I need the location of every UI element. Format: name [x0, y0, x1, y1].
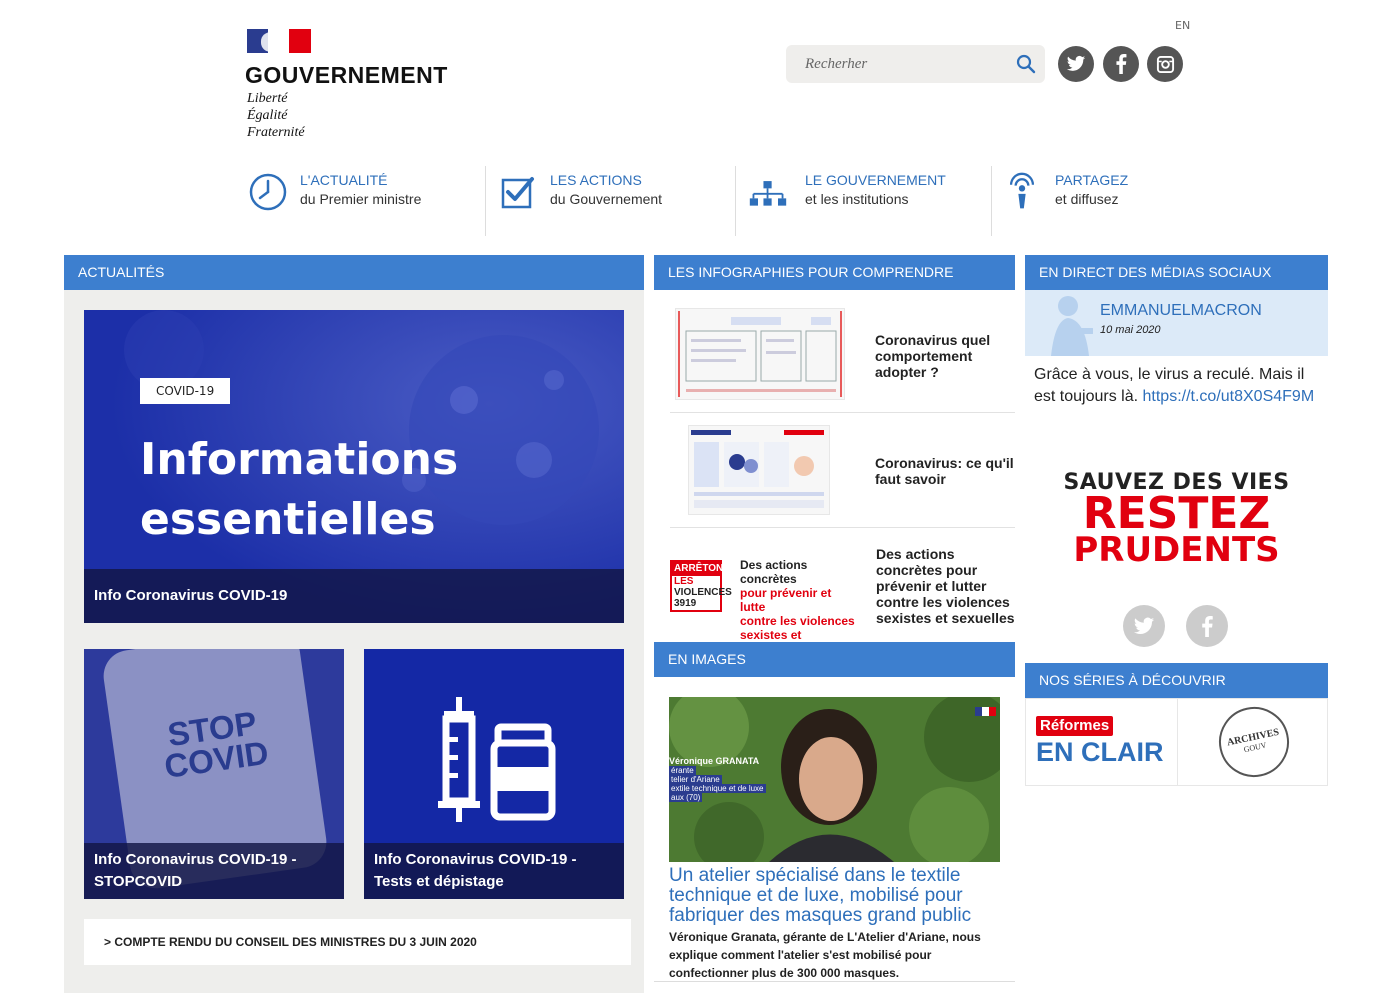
nav-divider: [735, 166, 736, 236]
search-icon: [1016, 54, 1036, 74]
divider: [654, 981, 1015, 982]
infographie-thumbnail: [688, 425, 830, 515]
section-header-actualites: ACTUALITÉS: [64, 255, 644, 290]
instagram-button[interactable]: [1147, 46, 1183, 82]
prudent-banner: SAUVEZ DES VIES RESTEZ PRUDENTS: [1063, 470, 1290, 570]
share-twitter-button[interactable]: [1123, 605, 1165, 647]
org-chart-icon: [749, 181, 787, 206]
section-header-images: EN IMAGES: [654, 642, 1015, 677]
card-caption: Info Coronavirus COVID-19 - Tests et dép…: [364, 843, 624, 899]
video-caption-overlay: Véronique GRANATA érante telier d'Ariane…: [669, 756, 766, 802]
infographie-chart-illustration: [678, 311, 842, 397]
nav-actions-title: LES ACTIONS: [550, 172, 642, 188]
broadcast-icon: [1009, 172, 1035, 209]
checkbox-icon: [501, 177, 534, 209]
infographie-item[interactable]: Coronavirus: ce qu'il faut savoir: [670, 413, 1015, 528]
card-tests-depistage[interactable]: Info Coronavirus COVID-19 - Tests et dép…: [364, 649, 624, 899]
nav-gouvernement-subtitle: et les institutions: [805, 191, 909, 207]
nav-gouvernement-title: LE GOUVERNEMENT: [805, 172, 946, 188]
infographie-title: Coronavirus quel comportement adopter ?: [875, 332, 991, 380]
nav-gouvernement[interactable]: LE GOUVERNEMENT et les institutions: [748, 166, 983, 236]
archives-gouv-link[interactable]: ARCHIVES GOUV: [1212, 700, 1296, 784]
reformes-en-clair-link[interactable]: Réformes EN CLAIR: [1036, 715, 1164, 768]
divider: [1177, 699, 1178, 785]
search-input[interactable]: [786, 45, 1011, 83]
instagram-icon: [1156, 55, 1174, 73]
syringe-vial-icon: [438, 697, 556, 822]
stopcovid-logo: STOP COVID: [162, 704, 271, 785]
twitter-icon: [1066, 55, 1086, 71]
violences-badge: ARRÊTONS LES VIOLENCES 3919: [670, 560, 732, 612]
nav-partagez[interactable]: PARTAGEZ et diffusez: [1002, 166, 1152, 236]
share-facebook-button[interactable]: [1186, 605, 1228, 647]
facebook-button[interactable]: [1103, 46, 1139, 82]
video-description: Véronique Granata, gérante de L'Atelier …: [669, 930, 981, 980]
social-post-header[interactable]: EMMANUELMACRON 10 mai 2020: [1025, 290, 1328, 356]
card-covid-informations[interactable]: COVID-19 Informations essentielles Info …: [84, 310, 624, 623]
nav-divider: [991, 166, 992, 236]
social-post-author: EMMANUELMACRON: [1100, 302, 1262, 319]
language-switch-link[interactable]: EN: [1175, 19, 1190, 32]
avatar: [1051, 296, 1093, 356]
social-post-text: Grâce à vous, le virus a reculé. Mais il…: [1034, 366, 1315, 405]
logo-title[interactable]: GOUVERNEMENT: [245, 62, 448, 89]
government-flag-logo[interactable]: [247, 29, 311, 53]
infographie-title: Des actions concrètes pour prévenir et l…: [876, 546, 1015, 626]
infographie-thumbnail: [675, 308, 845, 400]
series-panel: Réformes EN CLAIR ARCHIVES GOUV: [1025, 698, 1328, 786]
card-caption: Info Coronavirus COVID-19: [84, 569, 624, 623]
infographie-item[interactable]: ARRÊTONS LES VIOLENCES 3919 Des actions …: [670, 528, 1015, 656]
infographie-item[interactable]: Coronavirus quel comportement adopter ?: [670, 298, 1015, 413]
twitter-button[interactable]: [1058, 46, 1094, 82]
clock-icon: [249, 173, 287, 211]
section-header-reseaux: EN DIRECT DES MÉDIAS SOCIAUX: [1025, 255, 1328, 290]
nav-divider: [485, 166, 486, 236]
section-header-infographies: LES INFOGRAPHIES POUR COMPRENDRE: [654, 255, 1015, 290]
video-title-link[interactable]: Un atelier spécialisé dans le textile te…: [669, 866, 999, 926]
infographie-title: Coronavirus: ce qu'il faut savoir: [875, 455, 1014, 487]
nav-actualite-title: L'ACTUALITÉ: [300, 172, 388, 188]
marianne-icon: [261, 32, 283, 52]
nav-actions[interactable]: LES ACTIONS du Gouvernement: [498, 166, 728, 236]
nav-actualite-subtitle: du Premier ministre: [300, 191, 422, 207]
nav-actualite[interactable]: L'ACTUALITÉ du Premier ministre: [248, 166, 478, 236]
nav-partagez-subtitle: et diffusez: [1055, 191, 1119, 207]
covid-tag: COVID-19: [140, 378, 231, 404]
search-button[interactable]: [1015, 53, 1037, 75]
card-caption: Info Coronavirus COVID-19 - STOPCOVID: [84, 843, 344, 899]
social-post-link[interactable]: https://t.co/ut8X0S4F9M: [1143, 388, 1315, 405]
video-thumbnail[interactable]: Véronique GRANATA érante telier d'Ariane…: [669, 697, 1000, 862]
facebook-icon: [1116, 54, 1127, 74]
search-bar: [786, 45, 1045, 83]
compte-rendu-link[interactable]: > COMPTE RENDU DU CONSEIL DES MINISTRES …: [84, 919, 631, 965]
infographie-coronavirus-illustration: [691, 430, 824, 508]
social-post-date: 10 mai 2020: [1100, 324, 1161, 336]
card-headline: Informations essentielles: [140, 434, 459, 545]
card-stopcovid[interactable]: STOP COVID Info Coronavirus COVID-19 - S…: [84, 649, 344, 899]
nav-actions-subtitle: du Gouvernement: [550, 191, 663, 207]
nav-partagez-title: PARTAGEZ: [1055, 172, 1129, 188]
twitter-icon: [1133, 617, 1155, 634]
facebook-icon: [1202, 615, 1213, 637]
logo-motto: Liberté Égalité Fraternité: [247, 91, 305, 140]
section-header-series: NOS SÉRIES À DÉCOUVRIR: [1025, 663, 1328, 698]
